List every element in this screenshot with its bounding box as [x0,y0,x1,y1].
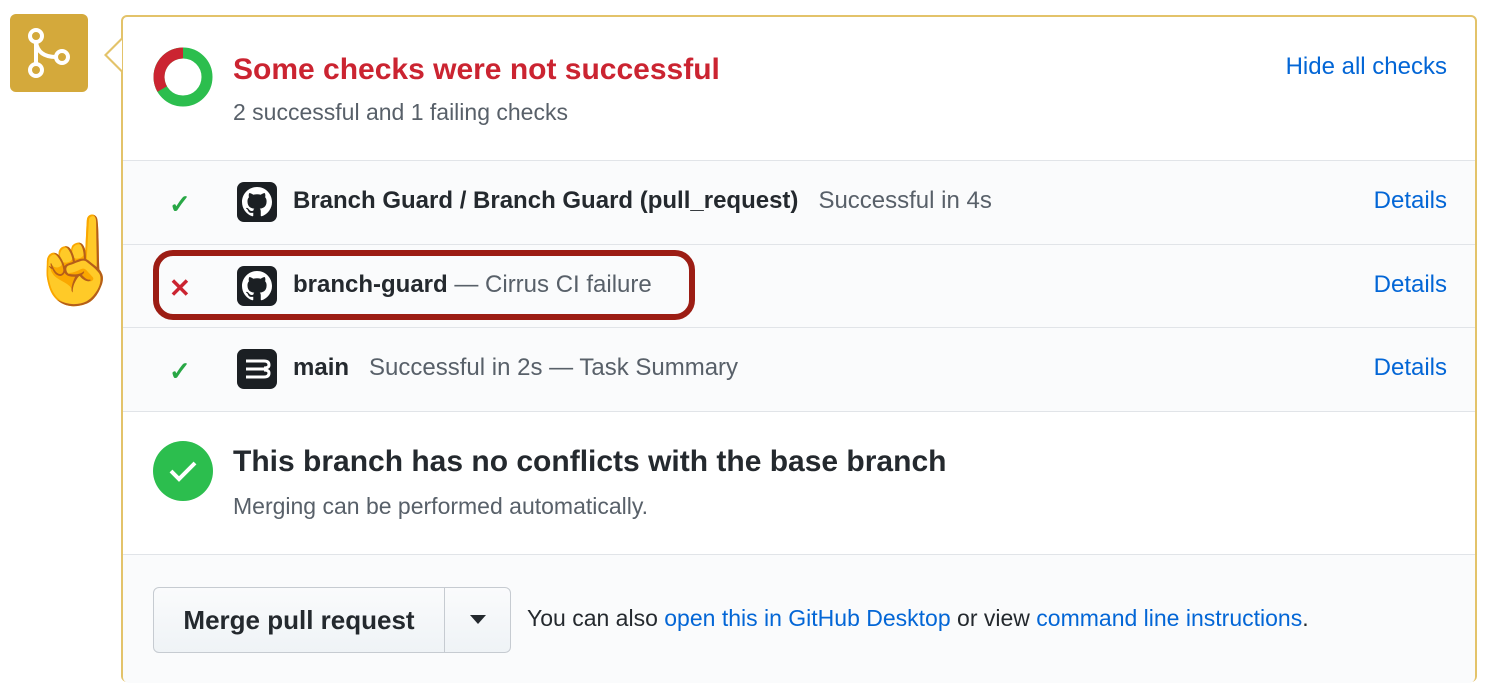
pointing-up-emoji: ☝️ [24,213,129,307]
check-details-link[interactable]: Details [1374,271,1447,299]
merge-button-group: Merge pull request [153,587,511,653]
footer-help-text: You can also open this in GitHub Desktop… [527,605,1309,631]
checks-title: Some checks were not successful [233,53,720,86]
git-merge-badge [10,14,88,92]
command-line-instructions-link[interactable]: command line instructions [1036,605,1302,631]
panel-caret-fill [107,40,122,70]
caret-down-icon [469,615,486,624]
merge-pull-request-button[interactable]: Merge pull request [154,588,445,652]
merge-status-subtitle: Merging can be performed automatically. [233,493,649,519]
check-description: Successful in 2s — Task Summary [369,354,739,381]
check-details-link[interactable]: Details [1374,187,1447,215]
check-name: Branch Guard / Branch Guard (pull_reques… [293,187,992,214]
github-icon [237,182,277,222]
check-row: ✓ Branch Guard / Branch Guard (pull_requ… [123,161,1475,244]
merge-box: Some checks were not successful 2 succes… [121,15,1477,683]
open-in-desktop-link[interactable]: open this in GitHub Desktop [664,605,950,631]
git-merge-icon [28,28,70,78]
check-description: Successful in 4s [818,187,992,214]
check-row: ✓ main Successful in 2s — Task Summary D… [123,327,1475,411]
check-name: main Successful in 2s — Task Summary [293,354,739,381]
checks-summary: 2 successful and 1 failing checks [233,99,568,125]
hide-all-checks-link[interactable]: Hide all checks [1286,53,1447,81]
merge-method-dropdown[interactable] [445,588,510,652]
check-details-link[interactable]: Details [1374,354,1447,382]
failing-check-highlight [153,250,695,320]
merge-footer: Merge pull request You can also open thi… [123,554,1475,683]
merge-status: This branch has no conflicts with the ba… [123,411,1475,554]
cirrus-ci-icon [237,349,277,389]
checks-progress-donut [153,47,213,107]
check-success-icon: ✓ [169,356,191,386]
check-success-icon: ✓ [169,189,191,219]
merge-status-title: This branch has no conflicts with the ba… [233,445,947,478]
checks-list: ✓ Branch Guard / Branch Guard (pull_requ… [123,160,1475,412]
checks-header: Some checks were not successful 2 succes… [123,17,1475,160]
merge-ok-icon [153,441,213,501]
